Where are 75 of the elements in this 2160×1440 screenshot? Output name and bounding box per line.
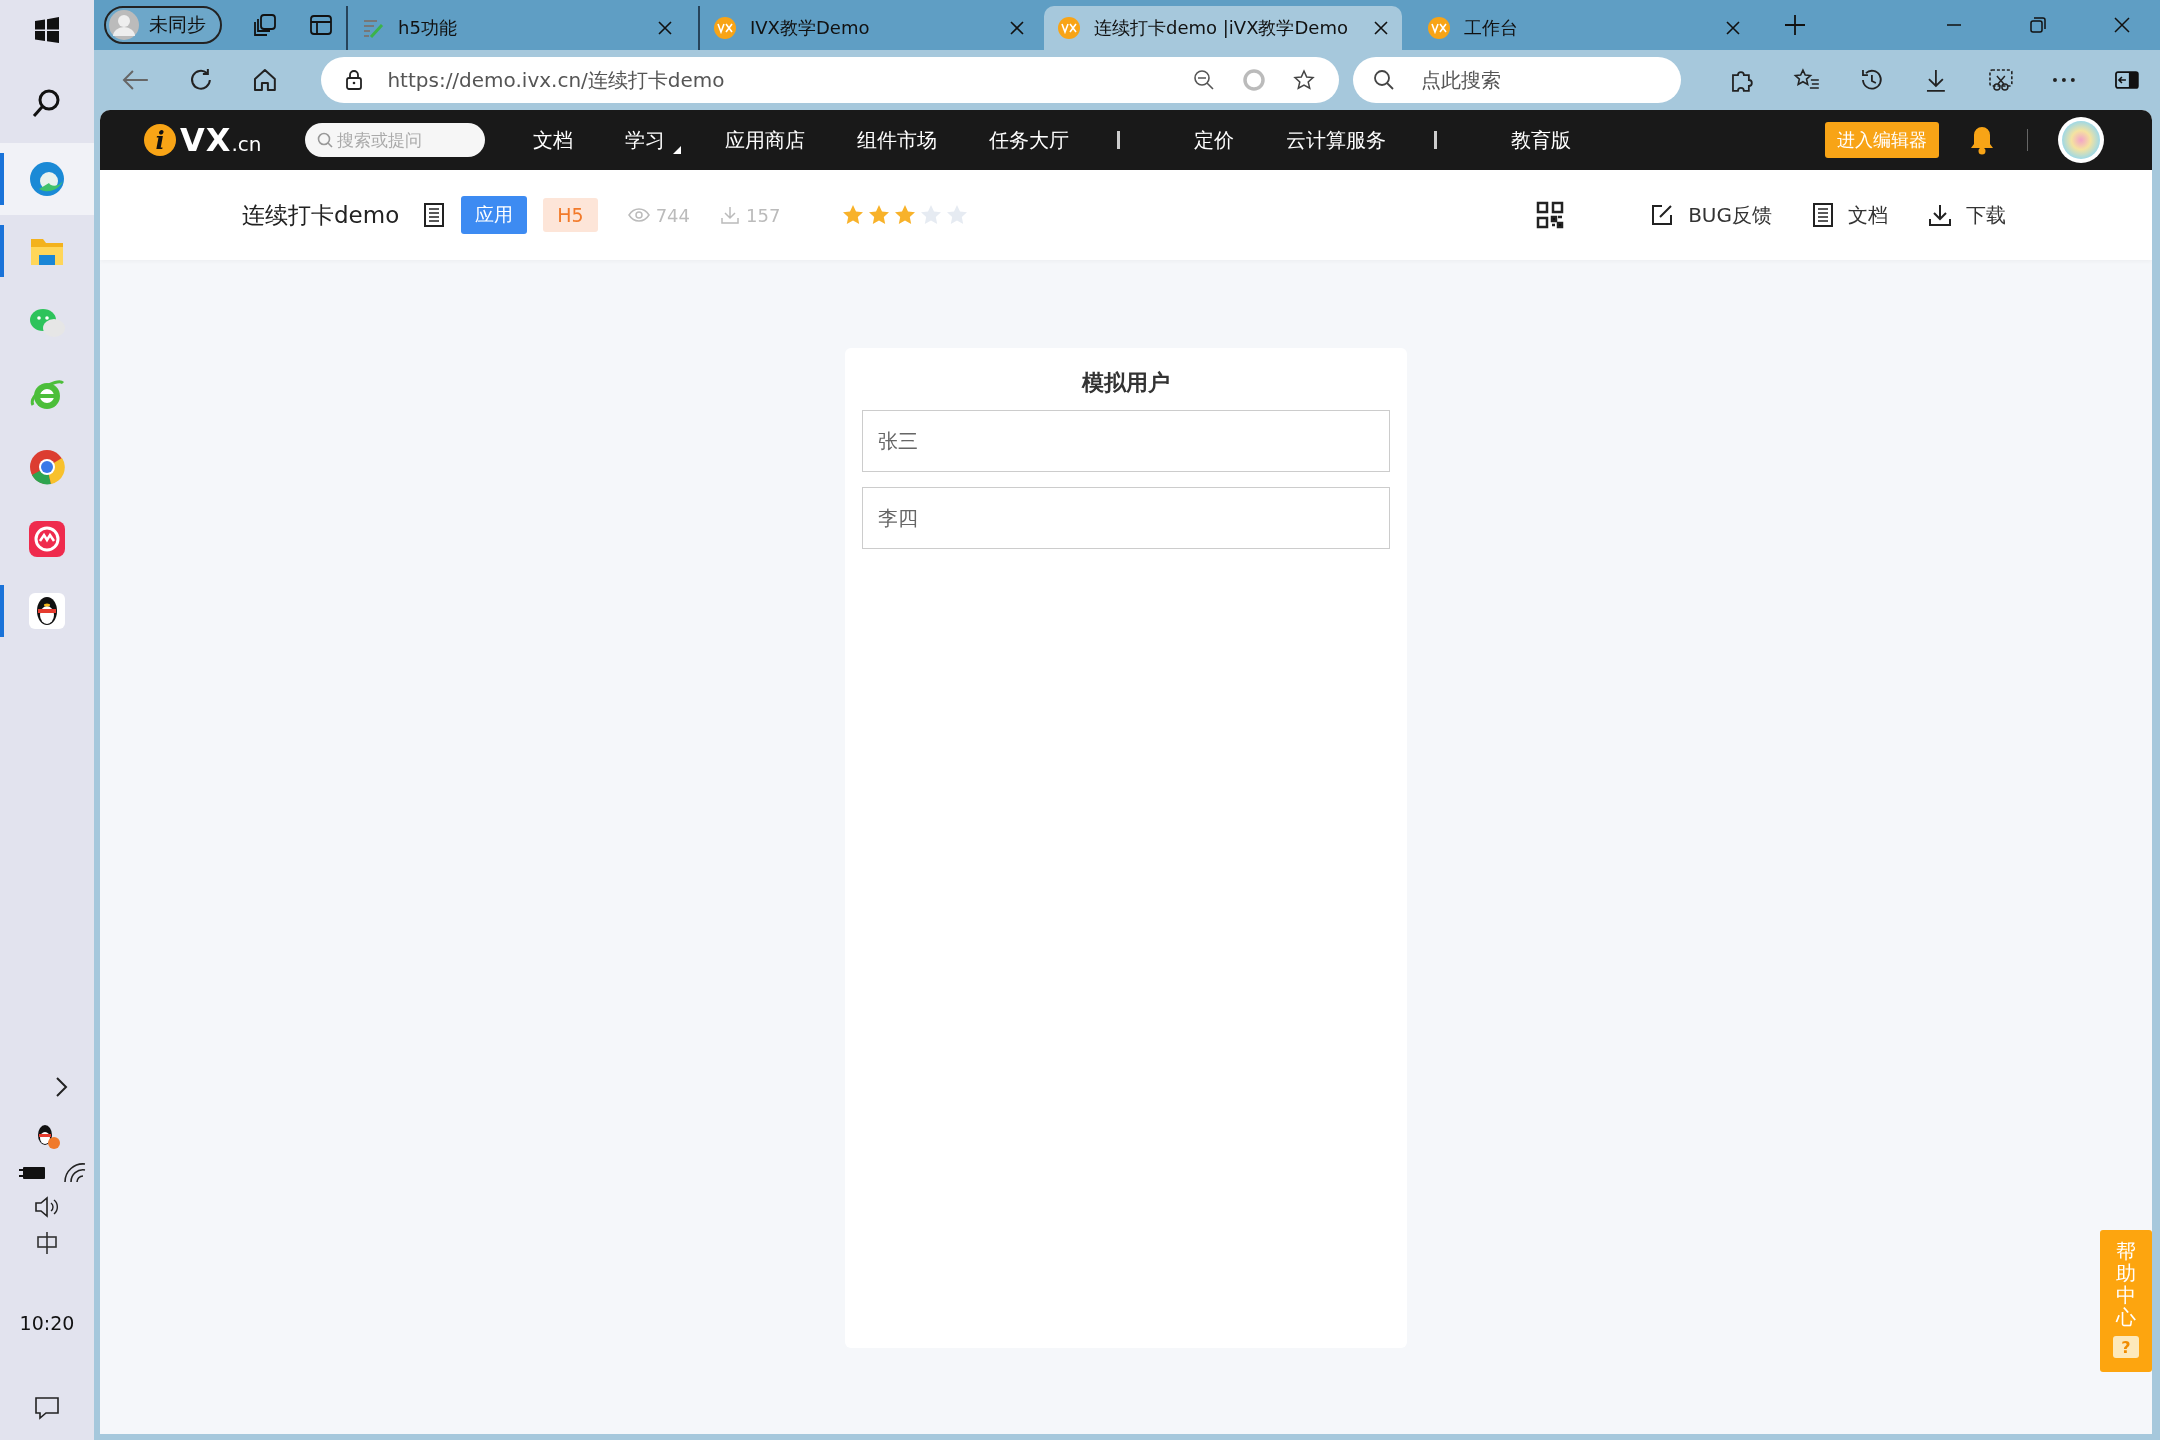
chevron-icon[interactable]: [55, 1076, 69, 1098]
caret-icon[interactable]: [673, 145, 682, 154]
close-icon[interactable]: [1726, 21, 1740, 35]
screenshot-icon[interactable]: [1986, 67, 2015, 93]
close-icon[interactable]: [658, 21, 672, 35]
user-item[interactable]: 李四: [862, 487, 1390, 549]
collections-icon[interactable]: [252, 12, 278, 38]
sidebar-icon[interactable]: [2114, 69, 2140, 91]
document-icon[interactable]: [423, 202, 446, 228]
browser-tab[interactable]: h5功能: [346, 6, 686, 50]
avatar[interactable]: [2058, 117, 2104, 163]
penguin-icon[interactable]: [27, 591, 67, 631]
clock-time[interactable]: 10:20: [19, 1312, 75, 1334]
browser-tab[interactable]: IVX教学Demo: [698, 6, 1038, 50]
star-icon: [842, 204, 865, 226]
star-icon[interactable]: [1293, 69, 1316, 91]
download-icon: [720, 205, 740, 225]
eye-icon: [627, 207, 650, 223]
search-field[interactable]: 点此搜索: [1353, 57, 1682, 103]
download-icon[interactable]: [1928, 203, 1952, 227]
bell-icon[interactable]: [1969, 125, 1995, 155]
speaker-icon[interactable]: [33, 1196, 61, 1218]
qr-code-icon[interactable]: [1536, 201, 1565, 229]
site-favicon[interactable]: [714, 17, 736, 39]
camera-icon[interactable]: [27, 519, 67, 559]
tag: H5: [543, 198, 598, 232]
star-icon: [946, 204, 969, 226]
view-count: 744: [627, 204, 690, 226]
search-icon[interactable]: [1373, 69, 1396, 91]
browser-tab[interactable]: 工作台: [1414, 6, 1754, 50]
nav-link[interactable]: 文档: [533, 126, 574, 154]
nav-link[interactable]: 教育版: [1511, 126, 1572, 154]
new-tab-icon[interactable]: [1784, 14, 1806, 36]
notification-icon[interactable]: [33, 1394, 61, 1422]
input-method-icon[interactable]: [34, 1230, 60, 1256]
restore-icon[interactable]: [2030, 17, 2046, 33]
user-item[interactable]: 张三: [862, 410, 1390, 472]
address-field[interactable]: https://demo.ivx.cn/连续打卡demo: [321, 57, 1340, 103]
docs-link[interactable]: 文档: [1812, 201, 1888, 229]
back-icon[interactable]: [122, 69, 150, 91]
nav-link[interactable]: 云计算服务: [1286, 126, 1387, 154]
close-icon[interactable]: [1374, 21, 1388, 35]
download-link[interactable]: 下载: [1928, 201, 2006, 229]
windows-icon[interactable]: [34, 17, 60, 43]
site-logo[interactable]: i VX.cn: [144, 121, 262, 159]
more-icon[interactable]: [2052, 76, 2077, 84]
browser-icon[interactable]: [27, 159, 67, 199]
app-title: 连续打卡demo: [242, 200, 400, 230]
star-icon: [920, 204, 943, 226]
nav-link[interactable]: 任务大厅: [989, 126, 1070, 154]
star-icon: [868, 204, 891, 226]
person-icon[interactable]: [109, 10, 139, 40]
tab-actions-icon[interactable]: [308, 12, 334, 38]
lock-icon[interactable]: [345, 69, 364, 91]
nav-dropdown[interactable]: 学习: [625, 126, 682, 154]
zoom-out-icon[interactable]: [1193, 69, 1216, 91]
browser-tab[interactable]: 连续打卡demo |iVX教学Demo: [1044, 6, 1402, 50]
nav-link[interactable]: 组件市场: [857, 126, 938, 154]
tag: 应用: [461, 196, 528, 234]
profile-button[interactable]: 未同步: [104, 6, 222, 44]
battery-icon[interactable]: [19, 1164, 47, 1182]
home-icon[interactable]: [251, 67, 278, 93]
browser-icon[interactable]: [27, 447, 67, 487]
feedback-link[interactable]: BUG反馈: [1650, 201, 1772, 229]
document-icon[interactable]: [1812, 202, 1834, 228]
card-title: 模拟用户: [1080, 369, 1171, 397]
download-count: 157: [720, 204, 781, 226]
close-icon[interactable]: [2114, 17, 2130, 33]
wifi-icon[interactable]: [63, 1162, 87, 1184]
star-icon: [894, 204, 917, 226]
edit-icon[interactable]: [1650, 203, 1675, 227]
site-favicon[interactable]: [1428, 17, 1450, 39]
nav-link[interactable]: 应用商店: [725, 126, 806, 154]
nav-link[interactable]: 定价: [1194, 126, 1235, 154]
close-icon[interactable]: [1010, 21, 1024, 35]
